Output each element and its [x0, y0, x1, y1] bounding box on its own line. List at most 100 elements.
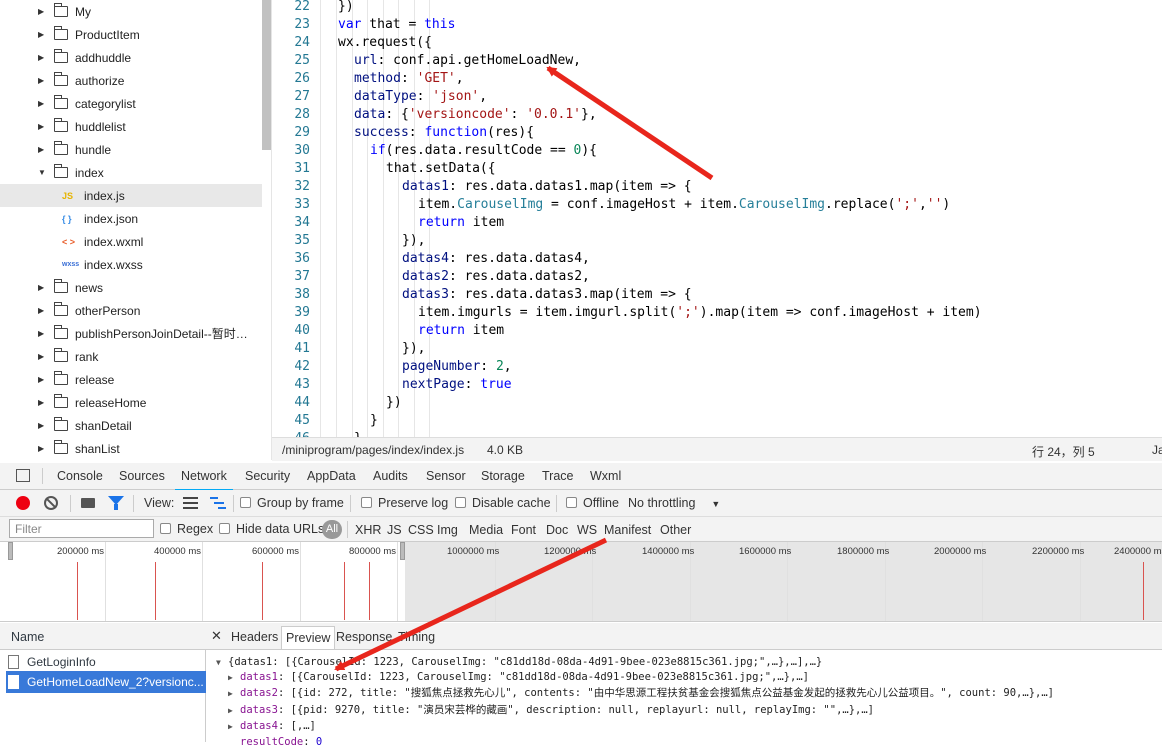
group-by-frame-checkbox[interactable]: Group by frame — [240, 496, 344, 510]
folder-icon — [54, 325, 68, 339]
regex-checkbox[interactable]: Regex — [160, 522, 213, 536]
offline-checkbox[interactable]: Offline — [566, 496, 619, 510]
json-row-datas2[interactable]: ▶ datas2: [{id: 272, title: "搜狐焦点拯救先心儿", … — [228, 685, 1054, 701]
tree-folder-index[interactable]: ▼ index — [0, 161, 262, 184]
tree-folder-item[interactable]: ▶ news — [0, 276, 262, 299]
tab-sources[interactable]: Sources — [119, 469, 165, 483]
code-text: datas4: res.data.datas4, — [402, 251, 590, 266]
tree-folder-item[interactable]: ▶ releaseHome — [0, 391, 262, 414]
request-row-gethomeloadnew[interactable]: GetHomeLoadNew_2?versionc... — [6, 671, 206, 693]
tab-appdata[interactable]: AppData — [307, 469, 356, 483]
tab-timing[interactable]: Timing — [398, 630, 435, 644]
filter-type-doc[interactable]: Doc — [546, 523, 568, 537]
tab-preview[interactable]: Preview — [281, 626, 336, 649]
line-number: 30 — [294, 143, 310, 158]
tab-storage[interactable]: Storage — [481, 469, 525, 483]
code-text: }), — [402, 233, 426, 248]
tree-file-item[interactable]: < > index.wxml — [0, 230, 262, 253]
hide-data-urls-checkbox[interactable]: Hide data URLs — [219, 522, 324, 536]
record-button[interactable] — [16, 496, 30, 510]
filter-input[interactable] — [9, 519, 154, 538]
overview-right-handle[interactable] — [400, 542, 405, 560]
json-row-datas3[interactable]: ▶ datas3: [{pid: 9270, title: "演员宋芸桦的藏画",… — [228, 702, 874, 718]
filter-type-other[interactable]: Other — [660, 523, 691, 537]
folder-icon — [54, 164, 68, 178]
tab-sensor[interactable]: Sensor — [426, 469, 466, 483]
video-camera-icon[interactable] — [81, 498, 95, 508]
json-row-datas1[interactable]: ▶ datas1: [{CarouselId: 1223, CarouselImg… — [228, 669, 809, 685]
network-overview-timeline[interactable]: 200000 ms 400000 ms 600000 ms 800000 ms 1000… — [0, 542, 1162, 622]
tree-folder-item[interactable]: ▶ ProductItem — [0, 23, 262, 46]
large-rows-icon[interactable] — [183, 497, 198, 509]
json-row-datas4[interactable]: ▶ datas4: [,…] — [228, 718, 316, 734]
tree-scrollbar[interactable] — [262, 0, 271, 150]
overview-tick-label: 1600000 ms — [739, 546, 792, 557]
line-number: 46 — [272, 430, 310, 437]
tree-folder-item[interactable]: ▶ rank — [0, 345, 262, 368]
tree-folder-item[interactable]: ▶ release — [0, 368, 262, 391]
filter-type-ws[interactable]: WS — [577, 523, 597, 537]
tree-folder-item[interactable]: ▶ authorize — [0, 69, 262, 92]
language-mode[interactable]: Ja — [1152, 443, 1162, 457]
preserve-log-checkbox[interactable]: Preserve log — [361, 496, 448, 510]
tab-wxml[interactable]: Wxml — [590, 469, 621, 483]
filter-type-font[interactable]: Font — [511, 523, 536, 537]
tree-folder-item[interactable]: ▶ publishPersonJoinDetail--暂时… — [0, 322, 262, 345]
tree-folder-item[interactable]: ▶ categorylist — [0, 92, 262, 115]
code-text: method: 'GET', — [354, 71, 464, 86]
tree-file-item[interactable]: wxss index.wxss — [0, 253, 262, 276]
tab-response[interactable]: Response — [336, 630, 392, 644]
folder-icon — [54, 3, 68, 17]
tree-file-item[interactable]: { } index.json — [0, 207, 262, 230]
filter-type-img[interactable]: Img — [437, 523, 458, 537]
overview-gridline — [105, 542, 106, 621]
divider — [556, 495, 557, 512]
tree-folder-item[interactable]: ▶ My — [0, 0, 262, 23]
divider — [133, 495, 134, 512]
tree-folder-item[interactable]: ▶ otherPerson — [0, 299, 262, 322]
tree-folder-item[interactable]: ▶ hundle — [0, 138, 262, 161]
tree-folder-item[interactable]: ▶ shanDetail — [0, 414, 262, 437]
tab-audits[interactable]: Audits — [373, 469, 408, 483]
tree-folder-item[interactable]: ▶ huddlelist — [0, 115, 262, 138]
code-text: item.imgurls = item.imgurl.split(';').ma… — [418, 305, 982, 320]
folder-icon — [54, 95, 68, 109]
collapsed-triangle-icon: ▶ — [228, 706, 233, 715]
line-number: 40 — [294, 323, 310, 338]
tree-folder-item[interactable]: ▶ shanList — [0, 437, 262, 460]
overview-tick-label: 1400000 ms — [642, 546, 695, 557]
overview-left-handle[interactable] — [8, 542, 13, 560]
name-column-header[interactable]: Name — [11, 630, 44, 644]
code-text: return item — [418, 323, 505, 338]
tab-headers[interactable]: Headers — [231, 630, 278, 644]
overview-request-mark — [369, 562, 370, 620]
clear-button[interactable] — [44, 496, 58, 510]
request-row-getlogininfo[interactable]: GetLoginInfo — [6, 651, 206, 673]
filter-type-js[interactable]: JS — [387, 523, 402, 537]
folder-icon — [54, 72, 68, 86]
throttling-select[interactable]: No throttling ▼ — [628, 496, 720, 510]
tree-file-item[interactable]: JS index.js — [0, 184, 262, 207]
filter-type-media[interactable]: Media — [469, 523, 503, 537]
filter-type-all[interactable]: All — [322, 520, 342, 539]
code-editor[interactable]: 22}) 23 var that = this 24 wx.request({25 url… — [272, 0, 1162, 437]
filter-type-css[interactable]: CSS — [408, 523, 434, 537]
inspect-element-icon[interactable] — [16, 469, 30, 482]
disable-cache-checkbox[interactable]: Disable cache — [455, 496, 551, 510]
filter-type-manifest[interactable]: Manifest — [604, 523, 651, 537]
line-number: 31 — [294, 161, 310, 176]
indent-guide — [352, 0, 353, 437]
tab-console[interactable]: Console — [57, 469, 103, 483]
json-root[interactable]: ▼ {datas1: [{CarouselId: 1223, CarouselIm… — [216, 654, 822, 670]
filter-type-xhr[interactable]: XHR — [355, 523, 381, 537]
tab-network[interactable]: Network — [175, 469, 233, 491]
waterfall-overview-icon[interactable] — [210, 497, 226, 509]
tab-trace[interactable]: Trace — [542, 469, 574, 483]
line-number: 35 — [294, 233, 310, 248]
tab-security[interactable]: Security — [245, 469, 290, 483]
tree-folder-item[interactable]: ▶ addhuddle — [0, 46, 262, 69]
line-number: 44 — [294, 395, 310, 410]
preserve-log-label: Preserve log — [378, 496, 449, 510]
editor-status-bar: /miniprogram/pages/index/index.js 4.0 KB… — [272, 437, 1162, 461]
close-icon[interactable]: ✕ — [211, 628, 222, 644]
